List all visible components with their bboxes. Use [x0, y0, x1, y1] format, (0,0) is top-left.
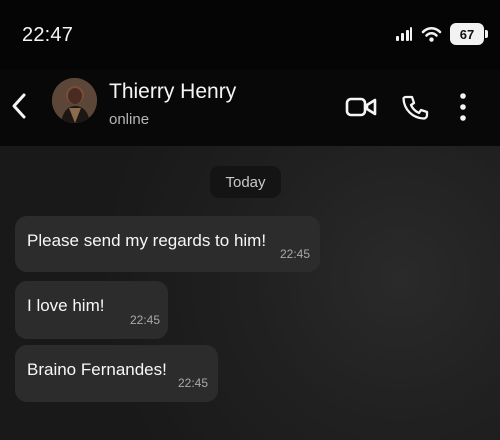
status-time: 22:47 [22, 24, 74, 46]
more-vertical-icon [460, 93, 466, 121]
voice-call-button[interactable] [398, 90, 432, 124]
chat-header: Thierry Henry online [0, 70, 500, 146]
incoming-message[interactable]: Braino Fernandes! 22:45 [15, 345, 218, 402]
date-chip: Today [210, 166, 281, 198]
battery-level: 67 [459, 26, 475, 42]
person-photo-icon [52, 78, 97, 123]
signal-icon [396, 27, 412, 41]
chevron-left-icon [12, 93, 26, 119]
incoming-message[interactable]: Please send my regards to him! 22:45 [15, 216, 320, 272]
contact-avatar[interactable] [52, 78, 97, 123]
battery-icon: 67 [450, 23, 488, 45]
wifi-icon [421, 26, 442, 42]
phone-icon [402, 95, 429, 120]
status-icons: 67 [395, 22, 488, 46]
message-time: 22:45 [130, 313, 161, 327]
message-time: 22:45 [178, 376, 209, 390]
more-options-button[interactable] [446, 90, 480, 124]
message-time: 22:45 [280, 247, 311, 261]
video-call-button[interactable] [344, 90, 378, 124]
message-text: I love him! [27, 296, 105, 315]
conversation-area[interactable]: Today Please send my regards to him! 22:… [0, 146, 500, 440]
back-button[interactable] [8, 90, 30, 122]
status-bar: 22:47 67 [0, 0, 500, 70]
message-text: Braino Fernandes! [27, 360, 167, 379]
incoming-message[interactable]: I love him! 22:45 [15, 281, 168, 339]
message-text: Please send my regards to him! [27, 231, 267, 250]
video-camera-icon [345, 97, 377, 117]
contact-name[interactable]: Thierry Henry [109, 80, 236, 104]
contact-status: online [109, 111, 150, 128]
